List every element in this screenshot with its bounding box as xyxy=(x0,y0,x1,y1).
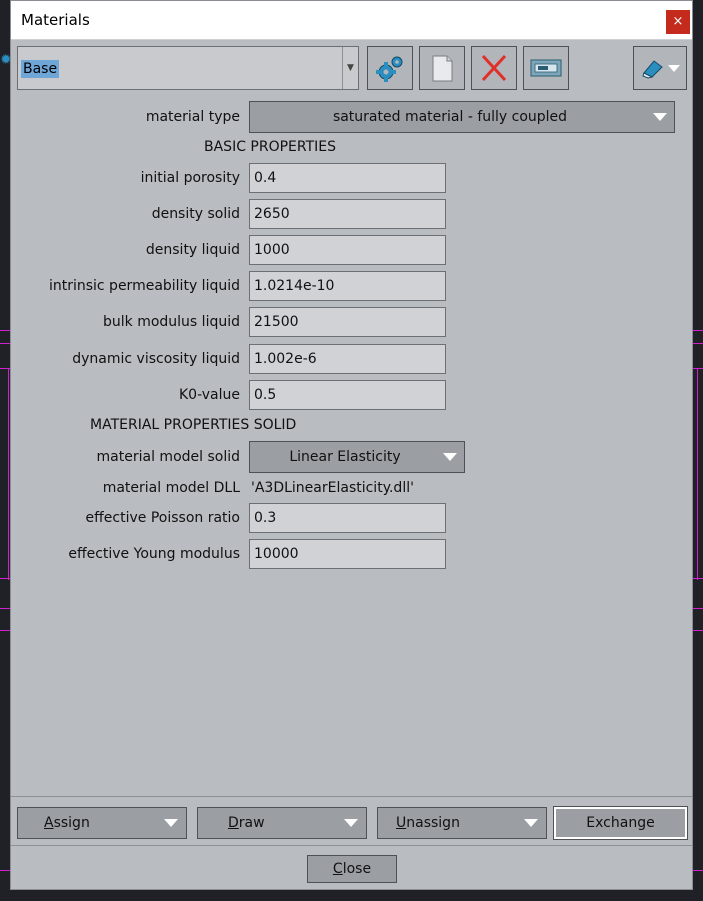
material-selector-value: Base xyxy=(21,60,60,78)
field-label: effective Young modulus xyxy=(68,546,240,562)
bg-line xyxy=(693,870,703,871)
material-model-dll-row: material model DLL 'A3DLinearElasticity.… xyxy=(11,473,692,505)
new-document-icon xyxy=(432,55,453,82)
intrinsic-permeability-input[interactable]: 1.0214e-10 xyxy=(249,271,446,301)
field-label: density liquid xyxy=(145,242,240,258)
bg-line xyxy=(697,368,698,580)
gears-icon xyxy=(376,56,403,82)
draw-button[interactable]: Draw xyxy=(197,807,367,839)
k0-value-input[interactable]: 0.5 xyxy=(249,380,446,410)
material-type-label: material type xyxy=(145,109,240,125)
field-row: bulk modulus liquid 21500 xyxy=(11,307,692,339)
initial-porosity-input[interactable]: 0.4 xyxy=(249,163,446,193)
solid-properties-heading: MATERIAL PROPERTIES SOLID xyxy=(90,417,297,433)
bg-line xyxy=(8,368,9,580)
bg-line xyxy=(693,630,703,631)
bg-line xyxy=(693,343,703,344)
bg-line xyxy=(693,578,703,579)
action-bar: Assign Draw Unassign Exchange xyxy=(11,796,692,846)
field-label: effective Poisson ratio xyxy=(85,510,240,526)
material-model-solid-label: material model solid xyxy=(96,449,240,465)
chevron-down-icon xyxy=(524,819,538,827)
material-model-dll-value: 'A3DLinearElasticity.dll' xyxy=(251,480,414,496)
field-row: initial porosity 0.4 xyxy=(11,163,692,195)
window-title: Materials xyxy=(21,11,90,29)
poisson-ratio-input[interactable]: 0.3 xyxy=(249,503,446,533)
field-row: K0-value 0.5 xyxy=(11,380,692,412)
chevron-down-icon xyxy=(344,819,358,827)
material-model-dll-label: material model DLL xyxy=(102,480,240,496)
bg-line xyxy=(693,368,703,369)
new-material-button[interactable] xyxy=(419,46,465,90)
draw-label: Draw xyxy=(228,815,265,831)
eraser-menu-button[interactable] xyxy=(633,46,687,90)
bg-line xyxy=(693,330,703,331)
material-model-solid-value: Linear Elasticity xyxy=(289,449,401,465)
window-close-button[interactable]: × xyxy=(666,10,690,34)
field-label: intrinsic permeability liquid xyxy=(48,278,240,294)
field-label: initial porosity xyxy=(140,170,240,186)
chevron-down-icon xyxy=(653,113,667,121)
bg-line xyxy=(0,330,10,331)
assign-button[interactable]: Assign xyxy=(17,807,187,839)
young-modulus-input[interactable]: 10000 xyxy=(249,539,446,569)
delete-material-button[interactable] xyxy=(471,46,517,90)
field-label: density solid xyxy=(151,206,240,222)
bulk-modulus-input[interactable]: 21500 xyxy=(249,307,446,337)
field-row: density solid 2650 xyxy=(11,199,692,231)
unassign-label: Unassign xyxy=(396,815,460,831)
basic-properties-heading: BASIC PROPERTIES xyxy=(204,139,337,155)
field-label: bulk modulus liquid xyxy=(103,314,240,330)
exchange-button[interactable]: Exchange xyxy=(553,806,688,840)
dynamic-viscosity-input[interactable]: 1.002e-6 xyxy=(249,344,446,374)
bg-line xyxy=(0,870,10,871)
field-row: intrinsic permeability liquid 1.0214e-10 xyxy=(11,271,692,303)
chevron-down-icon[interactable]: ▼ xyxy=(342,47,358,89)
bg-line xyxy=(693,608,703,609)
field-row: dynamic viscosity liquid 1.002e-6 xyxy=(11,344,692,376)
close-icon: × xyxy=(672,14,684,29)
density-liquid-input[interactable]: 1000 xyxy=(249,235,446,265)
delete-icon xyxy=(481,54,507,82)
field-label: K0-value xyxy=(178,387,240,403)
title-bar: Materials × xyxy=(11,1,692,40)
material-type-value: saturated material - fully coupled xyxy=(332,109,568,125)
unassign-button[interactable]: Unassign xyxy=(377,807,547,839)
materials-dialog: Materials × Base ▼ material type saturat… xyxy=(10,0,693,890)
material-selector[interactable]: Base ▼ xyxy=(17,46,359,90)
rename-material-button[interactable] xyxy=(523,46,569,90)
rename-icon xyxy=(530,59,562,77)
chevron-down-icon xyxy=(164,819,178,827)
material-settings-button[interactable] xyxy=(367,46,413,90)
field-row: density liquid 1000 xyxy=(11,235,692,267)
assign-label: Assign xyxy=(44,815,90,831)
chevron-down-icon xyxy=(443,453,457,461)
bg-line xyxy=(0,343,10,344)
field-row: effective Poisson ratio 0.3 xyxy=(11,503,692,535)
material-type-dropdown[interactable]: saturated material - fully coupled xyxy=(249,101,675,133)
eraser-menu-icon xyxy=(642,60,680,79)
field-row: effective Young modulus 10000 xyxy=(11,539,692,571)
material-model-solid-row: material model solid Linear Elasticity xyxy=(11,441,692,473)
material-type-row: material type saturated material - fully… xyxy=(11,101,692,133)
field-label: dynamic viscosity liquid xyxy=(72,351,240,367)
density-solid-input[interactable]: 2650 xyxy=(249,199,446,229)
material-model-solid-dropdown[interactable]: Linear Elasticity xyxy=(249,441,465,473)
close-button[interactable]: Close xyxy=(307,855,397,883)
